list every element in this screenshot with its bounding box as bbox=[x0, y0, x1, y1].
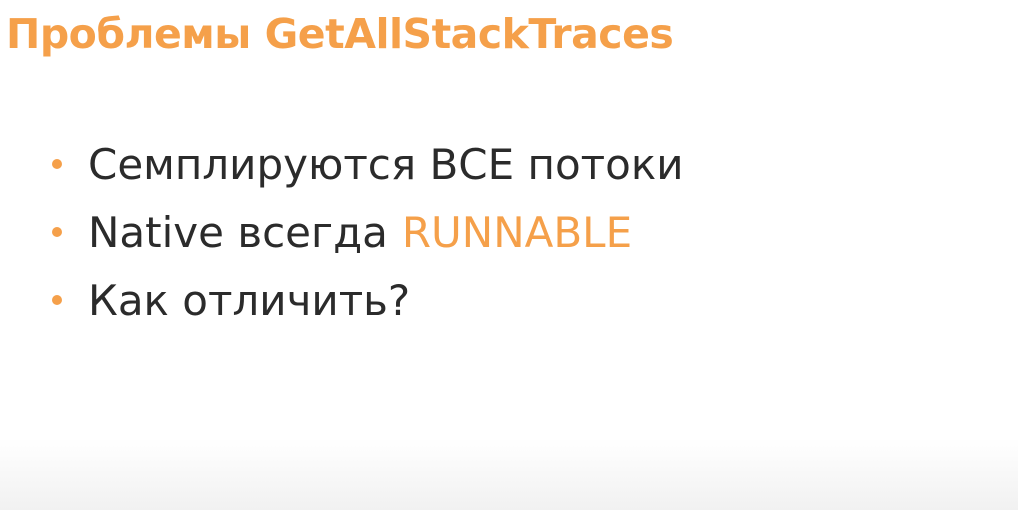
bullet-item-sampling: Семплируются ВСЕ потоки bbox=[40, 130, 684, 198]
bullet-text: Семплируются ВСЕ потоки bbox=[88, 139, 684, 189]
bullet-dot-icon bbox=[52, 159, 62, 169]
slide-title: Проблемы GetAllStackTraces bbox=[6, 10, 674, 58]
bullet-highlight-text: RUNNABLE bbox=[401, 207, 633, 257]
bullet-item-question: Как отличить? bbox=[40, 266, 684, 334]
bullet-text: Native всегда bbox=[88, 207, 388, 257]
bullet-list: Семплируются ВСЕ потоки Native всегда RU… bbox=[40, 130, 684, 334]
slide: Проблемы GetAllStackTraces Семплируются … bbox=[0, 0, 1018, 510]
bullet-dot-icon bbox=[52, 295, 62, 305]
bullet-dot-icon bbox=[52, 227, 62, 237]
bullet-text: Как отличить? bbox=[88, 275, 411, 325]
bullet-item-native: Native всегда RUNNABLE bbox=[40, 198, 684, 266]
